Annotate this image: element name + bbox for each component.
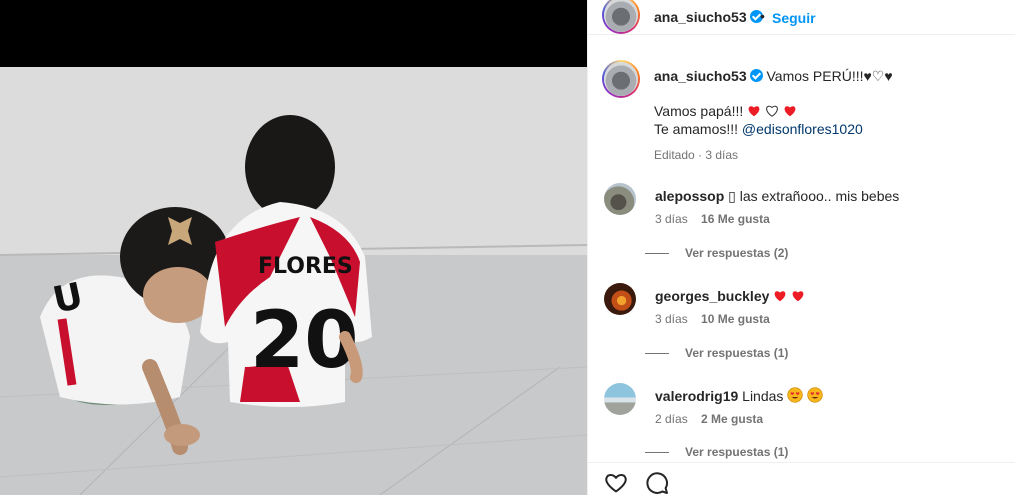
replies-label: Ver respuestas (1)	[685, 346, 789, 360]
svg-text:FLORES: FLORES	[258, 254, 353, 279]
comment-text: Lindas	[742, 388, 784, 404]
replies-line	[645, 353, 669, 355]
caption-text-line2: Vamos papá!!!	[654, 103, 744, 119]
comment-time: 3 días	[655, 312, 688, 326]
photo-illustration: U FLORES 20	[0, 67, 587, 495]
mention-link[interactable]: @edisonflores1020	[742, 121, 863, 137]
comment-icon[interactable]	[645, 471, 669, 495]
heart-eyes-emoji-icon	[787, 387, 807, 404]
heart-eyes-emoji-icon	[807, 387, 823, 404]
commenter-avatar[interactable]	[604, 183, 636, 215]
comment-time: 2 días	[655, 412, 688, 426]
comment-text: ▯ las extrañooo.. mis bebes	[728, 188, 900, 204]
commenter-avatar[interactable]	[604, 283, 636, 315]
header-separator: •	[760, 8, 765, 24]
replies-line	[645, 452, 669, 454]
comment-likes[interactable]: 16 Me gusta	[701, 212, 770, 226]
red-heart-icon	[747, 103, 765, 119]
replies-label: Ver respuestas (2)	[685, 246, 789, 260]
post-photo[interactable]: U FLORES 20	[0, 67, 587, 495]
action-bar	[588, 462, 1015, 495]
comment-likes[interactable]: 10 Me gusta	[701, 312, 770, 326]
caption-username[interactable]: ana_siucho53	[654, 68, 747, 84]
replies-label: Ver respuestas (1)	[685, 445, 789, 459]
author-avatar[interactable]	[602, 0, 640, 34]
replies-line	[645, 253, 669, 255]
commenter-avatar[interactable]	[604, 383, 636, 415]
post-caption: ana_siucho53 Vamos PERÚ!!!♥♡♥ Vamos papá…	[654, 67, 994, 164]
view-replies-button[interactable]: Ver respuestas (1)	[645, 346, 788, 360]
post-details-panel: ana_siucho53 • Seguir ana_siucho53 Vamos…	[587, 0, 1015, 495]
white-heart-icon	[765, 103, 783, 119]
follow-button[interactable]: Seguir	[772, 10, 816, 26]
verified-badge-icon	[749, 69, 763, 82]
author-username[interactable]: ana_siucho53	[654, 9, 747, 25]
caption-text-line1: Vamos PERÚ!!!♥♡♥	[766, 68, 893, 84]
view-replies-button[interactable]: Ver respuestas (2)	[645, 246, 788, 260]
media-letterbox	[0, 0, 587, 67]
caption-meta: Editado · 3 días	[654, 148, 739, 162]
comment-time: 3 días	[655, 212, 688, 226]
commenter-username[interactable]: valerodrig19	[655, 388, 738, 404]
comment-likes[interactable]: 2 Me gusta	[701, 412, 763, 426]
caption-text-line3: Te amamos!!!	[654, 121, 739, 137]
view-replies-button[interactable]: Ver respuestas (1)	[645, 445, 788, 459]
commenter-username[interactable]: georges_buckley	[655, 288, 769, 304]
red-heart-icon	[783, 103, 797, 119]
red-heart-icon	[791, 288, 805, 304]
caption-avatar[interactable]	[602, 60, 640, 98]
post-viewer: U FLORES 20 ana_siucho53 • Seguir ana_si…	[0, 0, 1015, 495]
red-heart-icon	[773, 288, 791, 304]
commenter-username[interactable]: alepossop	[655, 188, 724, 204]
heart-icon[interactable]	[604, 471, 628, 495]
post-header: ana_siucho53 • Seguir	[588, 0, 1015, 35]
